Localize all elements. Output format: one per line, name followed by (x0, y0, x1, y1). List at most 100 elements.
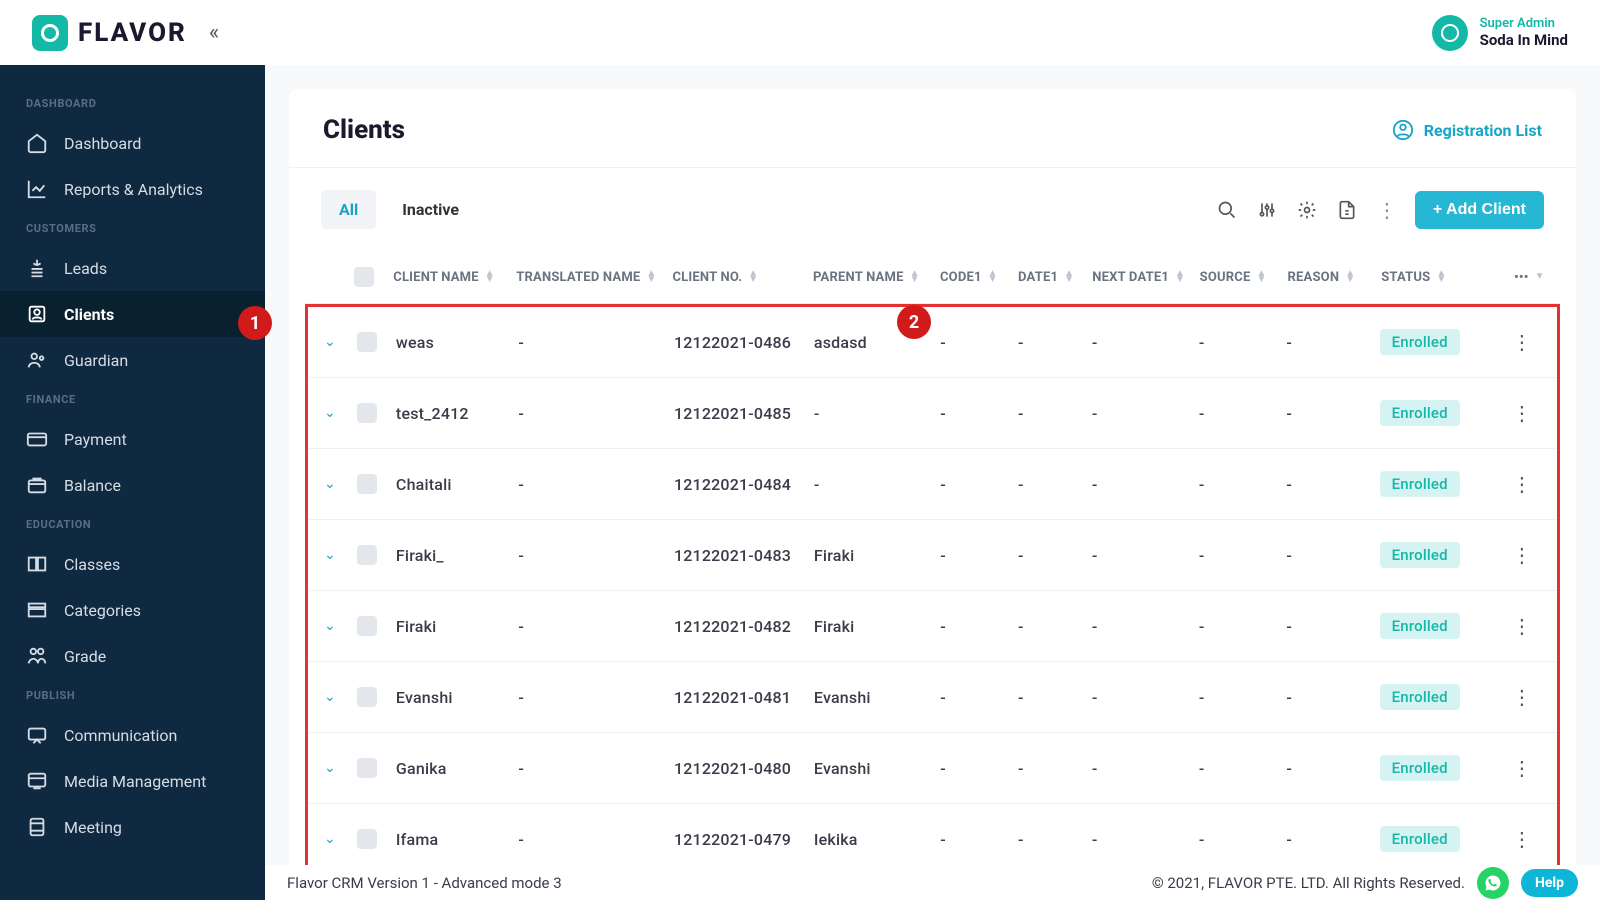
th-client-no[interactable]: CLIENT NO.▲▼ (672, 270, 813, 285)
table-row[interactable]: ⌄Chaitali-12122021-0484------Enrolled⋮ (308, 449, 1557, 520)
sidebar-item-balance[interactable]: Balance (0, 462, 265, 508)
more-vertical-icon[interactable]: ⋮ (1375, 198, 1399, 222)
row-actions-icon[interactable]: ⋮ (1512, 408, 1532, 418)
sidebar-item-leads[interactable]: Leads (0, 245, 265, 291)
cell-date1: - (1018, 617, 1092, 636)
whatsapp-icon[interactable] (1477, 867, 1509, 899)
sidebar-item-communication[interactable]: Communication (0, 712, 265, 758)
row-actions-icon[interactable]: ⋮ (1512, 763, 1532, 773)
th-reason[interactable]: REASON▲▼ (1288, 270, 1382, 285)
expand-row-icon[interactable]: ⌄ (324, 547, 336, 563)
row-actions-icon[interactable]: ⋮ (1512, 337, 1532, 347)
sidebar-item-label: Communication (64, 726, 177, 745)
row-checkbox[interactable] (357, 545, 396, 565)
expand-row-icon[interactable]: ⌄ (324, 831, 336, 847)
th-client-name[interactable]: CLIENT NAME▲▼ (393, 270, 516, 285)
th-more[interactable]: •••▼ (1514, 270, 1544, 285)
gear-icon[interactable] (1295, 198, 1319, 222)
sidebar-item-meeting[interactable]: Meeting (0, 804, 265, 850)
filter-sliders-icon[interactable] (1255, 198, 1279, 222)
row-checkbox[interactable] (357, 758, 396, 778)
row-checkbox[interactable] (357, 829, 396, 849)
cell-code1: - (940, 475, 1018, 494)
row-checkbox[interactable] (357, 403, 396, 423)
sidebar-item-media[interactable]: Media Management (0, 758, 265, 804)
cell-next-date1: - (1092, 617, 1199, 636)
th-source[interactable]: SOURCE▲▼ (1200, 270, 1288, 285)
expand-row-icon[interactable]: ⌄ (324, 689, 336, 705)
footer-version: Flavor CRM Version 1 - Advanced mode 3 (287, 874, 562, 892)
cell-client-name: Ganika (396, 759, 518, 778)
expand-row-icon[interactable]: ⌄ (324, 618, 336, 634)
search-icon[interactable] (1215, 198, 1239, 222)
grade-icon (26, 645, 48, 667)
sidebar-item-reports[interactable]: Reports & Analytics (0, 166, 265, 212)
cell-client-no: 12122021-0480 (674, 759, 814, 778)
cell-source: - (1199, 475, 1286, 494)
tab-all[interactable]: All (321, 190, 376, 229)
expand-row-icon[interactable]: ⌄ (324, 476, 336, 492)
help-button[interactable]: Help (1521, 869, 1578, 897)
user-avatar-icon (1432, 15, 1468, 51)
sidebar-item-payment[interactable]: Payment (0, 416, 265, 462)
sidebar-item-clients[interactable]: Clients (0, 291, 265, 337)
expand-row-icon[interactable]: ⌄ (324, 760, 336, 776)
cell-code1: - (940, 546, 1018, 565)
sidebar-collapse-icon[interactable]: « (209, 22, 219, 44)
table-row[interactable]: ⌄Evanshi-12122021-0481Evanshi-----Enroll… (308, 662, 1557, 733)
sidebar-item-label: Categories (64, 601, 141, 620)
row-actions-icon[interactable]: ⋮ (1512, 692, 1532, 702)
th-code1[interactable]: CODE1▲▼ (940, 270, 1018, 285)
sort-icon: ▲▼ (485, 271, 495, 283)
sidebar-item-dashboard[interactable]: Dashboard (0, 120, 265, 166)
row-actions-icon[interactable]: ⋮ (1512, 834, 1532, 844)
cell-translated-name: - (518, 688, 674, 707)
cell-source: - (1199, 759, 1286, 778)
table-row[interactable]: ⌄Firaki-12122021-0482Firaki-----Enrolled… (308, 591, 1557, 662)
export-icon[interactable] (1335, 198, 1359, 222)
table-row[interactable]: ⌄Ganika-12122021-0480Evanshi-----Enrolle… (308, 733, 1557, 804)
th-date1[interactable]: DATE1▲▼ (1018, 270, 1092, 285)
sidebar-item-categories[interactable]: Categories (0, 587, 265, 633)
th-status[interactable]: STATUS▲▼ (1381, 270, 1514, 285)
row-checkbox[interactable] (357, 474, 396, 494)
logo[interactable]: FLAVOR (32, 15, 187, 51)
cell-next-date1: - (1092, 688, 1199, 707)
row-actions-icon[interactable]: ⋮ (1512, 479, 1532, 489)
add-client-button[interactable]: + Add Client (1415, 191, 1544, 229)
row-checkbox[interactable] (357, 687, 396, 707)
expand-row-icon[interactable]: ⌄ (324, 334, 336, 350)
table-row[interactable]: ⌄Ifama-12122021-0479Iekika-----Enrolled⋮ (308, 804, 1557, 874)
cell-client-no: 12122021-0486 (674, 333, 814, 352)
annotation-marker-1: 1 (238, 306, 272, 340)
th-translated-name[interactable]: TRANSLATED NAME▲▼ (516, 270, 672, 285)
sidebar-item-guardian[interactable]: Guardian (0, 337, 265, 383)
cell-parent-name: Evanshi (814, 688, 940, 707)
cell-reason: - (1286, 759, 1379, 778)
tab-inactive[interactable]: Inactive (384, 190, 477, 229)
select-all-checkbox[interactable] (354, 267, 393, 287)
sidebar-item-grade[interactable]: Grade (0, 633, 265, 679)
table-row[interactable]: ⌄weas-12122021-0486asdasd-----Enrolled⋮ (308, 307, 1557, 378)
th-parent-name[interactable]: PARENT NAME▲▼ (813, 270, 940, 285)
row-actions-icon[interactable]: ⋮ (1512, 550, 1532, 560)
cell-client-no: 12122021-0479 (674, 830, 814, 849)
row-checkbox[interactable] (357, 332, 396, 352)
cell-parent-name: Firaki (814, 617, 940, 636)
registration-list-link[interactable]: Registration List (1392, 119, 1542, 141)
sidebar-item-label: Payment (64, 430, 127, 449)
table-row[interactable]: ⌄Firaki_-12122021-0483Firaki-----Enrolle… (308, 520, 1557, 591)
status-badge: Enrolled (1380, 400, 1460, 426)
row-checkbox[interactable] (357, 616, 396, 636)
cell-next-date1: - (1092, 759, 1199, 778)
sidebar-item-classes[interactable]: Classes (0, 541, 265, 587)
cell-status: Enrolled (1380, 471, 1512, 497)
cell-status: Enrolled (1380, 684, 1512, 710)
table-row[interactable]: ⌄test_2412-12122021-0485------Enrolled⋮ (308, 378, 1557, 449)
user-menu[interactable]: Super Admin Soda In Mind (1432, 15, 1568, 51)
cell-client-name: Ifama (396, 830, 518, 849)
sidebar-section-dashboard: DASHBOARD (0, 87, 265, 120)
th-next-date1[interactable]: NEXT DATE1▲▼ (1092, 270, 1199, 285)
row-actions-icon[interactable]: ⋮ (1512, 621, 1532, 631)
expand-row-icon[interactable]: ⌄ (324, 405, 336, 421)
